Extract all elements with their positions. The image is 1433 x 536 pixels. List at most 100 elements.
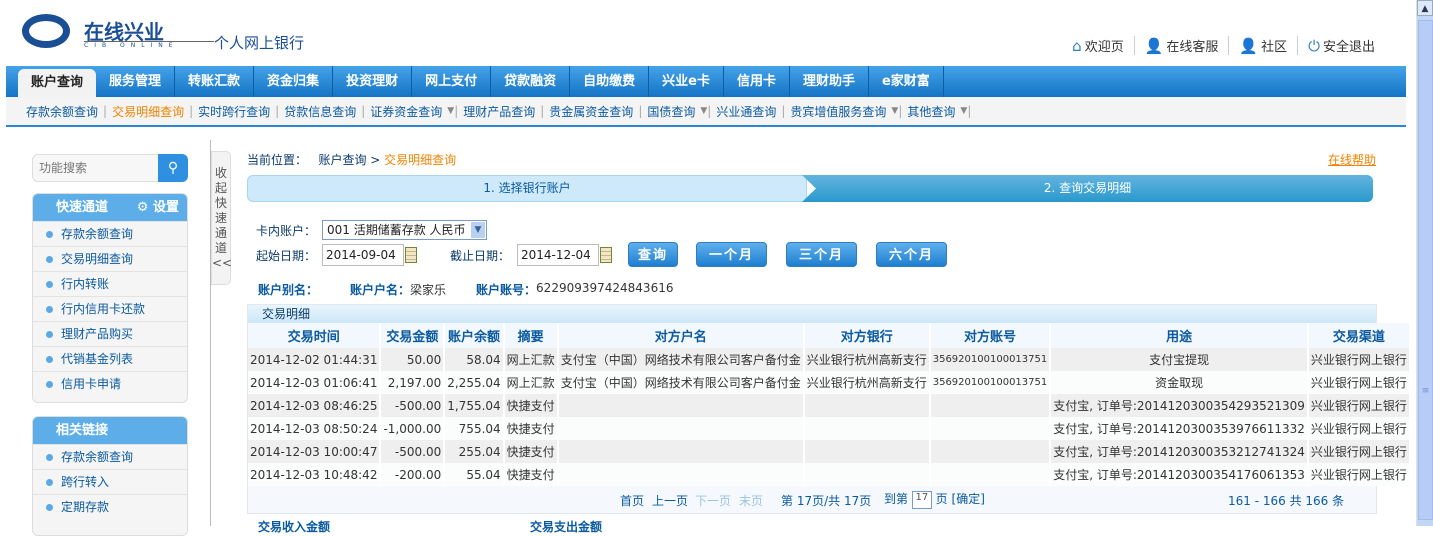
quick-link[interactable]: 代销基金列表 bbox=[33, 346, 187, 371]
table-cell: 55.04 bbox=[444, 463, 505, 486]
subnav-item[interactable]: 证券资金查询 bbox=[365, 103, 447, 120]
site-title: 个人网上银行 bbox=[214, 34, 305, 52]
summary: 交易收入金额 交易支出金额 bbox=[258, 518, 602, 535]
toplink-1[interactable]: 👤 在线客服 bbox=[1133, 36, 1229, 55]
table-cell bbox=[557, 394, 805, 417]
quick-link[interactable]: 信用卡申请 bbox=[33, 371, 187, 396]
nav-item[interactable]: 信用卡 bbox=[724, 66, 790, 97]
confirm-button[interactable]: [确定] bbox=[952, 492, 985, 506]
nav-item[interactable]: e家财富 bbox=[869, 66, 944, 97]
settings-button[interactable]: ⚙ 设置 bbox=[137, 194, 179, 221]
account-select[interactable]: 001 活期储蓄存款 人民币 ▼ bbox=[322, 220, 487, 240]
nav-item[interactable]: 自助缴费 bbox=[570, 66, 650, 97]
dropdown-arrow-icon[interactable]: ▼ bbox=[447, 106, 454, 116]
subnav-item[interactable]: 实时跨行查询 bbox=[193, 103, 275, 120]
quick-panel: 快速通道 ⚙ 设置 存款余额查询 交易明细查询 行内转账 行内信用卡还款 理财产品购买代… bbox=[32, 193, 188, 403]
column-header: 对方账号 bbox=[929, 323, 1052, 348]
nav-item[interactable]: 投资理财 bbox=[333, 66, 413, 97]
cib-logo-icon bbox=[22, 14, 70, 48]
scroll-thumb[interactable]: ≡ bbox=[1418, 20, 1433, 520]
column-header: 对方户名 bbox=[557, 323, 805, 348]
subnav-item[interactable]: 兴业通查询 bbox=[711, 103, 781, 120]
subnav-item[interactable]: 国债查询 bbox=[642, 103, 700, 120]
toplink-0[interactable]: ⌂ 欢迎页 bbox=[1062, 36, 1134, 56]
quick-link[interactable]: 交易明细查询 bbox=[33, 246, 187, 271]
query-button[interactable]: 查询 bbox=[628, 242, 678, 267]
table-cell: 356920100100013751 bbox=[929, 371, 1052, 394]
table-cell: 2014-12-03 08:46:25 bbox=[248, 394, 382, 417]
table-cell bbox=[803, 417, 931, 440]
column-header: 用途 bbox=[1050, 323, 1309, 348]
nav-item[interactable]: 理财助手 bbox=[790, 66, 869, 97]
calendar-icon[interactable] bbox=[600, 247, 612, 263]
toplink-2[interactable]: 👤 社区 bbox=[1228, 36, 1297, 55]
quick-link[interactable]: 行内转账 bbox=[33, 271, 187, 296]
nav-item[interactable]: 服务管理 bbox=[96, 66, 176, 97]
breadcrumb-label: 当前位置： bbox=[247, 153, 308, 167]
pager: 首页 上一页 下一页 末页 第 17页/共 17页 到第 17 页 [确定] 1… bbox=[248, 485, 1376, 513]
calendar-icon[interactable] bbox=[405, 247, 417, 263]
nav-item[interactable]: 网上支付 bbox=[412, 66, 492, 97]
function-search: ⚲ bbox=[32, 154, 188, 182]
column-header: 交易时间 bbox=[248, 323, 382, 348]
search-button[interactable]: ⚲ bbox=[158, 154, 188, 182]
vertical-scrollbar[interactable]: ▲ ≡ bbox=[1416, 0, 1433, 526]
page-input[interactable]: 17 bbox=[911, 490, 932, 509]
table-cell: 兴业银行网上银行 bbox=[1307, 348, 1411, 371]
table-cell: 2,197.00 bbox=[380, 371, 446, 394]
three-months-button[interactable]: 三个月 bbox=[786, 242, 857, 267]
breadcrumb-parent[interactable]: 账户查询 bbox=[318, 153, 366, 167]
subnav-item[interactable]: 其他查询 bbox=[902, 103, 960, 120]
dropdown-arrow-icon[interactable]: ▼ bbox=[700, 106, 707, 116]
one-month-button[interactable]: 一个月 bbox=[696, 242, 767, 267]
subnav-item[interactable]: 理财产品查询 bbox=[458, 103, 540, 120]
nav-item[interactable]: 贷款融资 bbox=[491, 66, 571, 97]
account-label: 卡内账户： bbox=[256, 224, 317, 238]
column-header: 交易金额 bbox=[380, 323, 446, 348]
end-date-input[interactable]: 2014-12-04 bbox=[517, 244, 599, 266]
collapse-quick-button[interactable]: 收起快速通道 << bbox=[211, 151, 232, 285]
quick-link[interactable]: 理财产品购买 bbox=[33, 321, 187, 346]
table-cell: 快捷支付 bbox=[503, 440, 559, 463]
main-nav: 账户查询 服务管理 转账汇款 资金归集 投资理财 网上支付 贷款融资 自助缴费 兴业e卡 信用卡理… bbox=[6, 66, 1406, 97]
nav-item[interactable]: 兴业e卡 bbox=[649, 66, 724, 97]
table-cell: 2014-12-03 01:06:41 bbox=[248, 371, 382, 394]
prev-page-link[interactable]: 上一页 bbox=[652, 492, 688, 509]
dropdown-arrow-icon[interactable]: ▼ bbox=[960, 106, 967, 116]
subnav-item[interactable]: 贵宾增值服务查询 bbox=[785, 103, 891, 120]
subnav-item[interactable]: 交易明细查询 bbox=[107, 103, 189, 120]
dropdown-arrow-icon[interactable]: ▼ bbox=[891, 106, 898, 116]
subnav-item[interactable]: 贷款信息查询 bbox=[279, 103, 361, 120]
quick-link[interactable]: 存款余额查询 bbox=[33, 221, 187, 246]
table-cell: 快捷支付 bbox=[503, 417, 559, 440]
subnav-item[interactable]: 存款余额查询 bbox=[21, 103, 103, 120]
income-label: 交易收入金额 bbox=[258, 520, 331, 534]
nav-item[interactable]: 转账汇款 bbox=[175, 66, 255, 97]
six-months-button[interactable]: 六个月 bbox=[876, 242, 947, 267]
nav-item[interactable]: 账户查询 bbox=[18, 69, 97, 97]
last-page-link: 末页 bbox=[739, 494, 764, 508]
related-panel: 相关链接 存款余额查询 跨行转入 定期存款 bbox=[32, 416, 188, 536]
gear-icon: ⚙ bbox=[136, 200, 149, 215]
related-link[interactable]: 定期存款 bbox=[33, 494, 187, 519]
related-link[interactable]: 存款余额查询 bbox=[33, 444, 187, 469]
toplink-3[interactable]: ⏻ 安全退出 bbox=[1297, 36, 1385, 55]
next-page-link: 下一页 bbox=[695, 494, 732, 508]
table-cell bbox=[803, 394, 931, 417]
first-page-link[interactable]: 首页 bbox=[620, 492, 644, 509]
table-cell: 兴业银行杭州高新支行 bbox=[803, 371, 931, 394]
transaction-table-box: 交易明细 交易时间 交易金额 账户余额 摘要 对方户名 对方银行 对方账号 用途 交易渠道 20… bbox=[247, 304, 1411, 514]
quick-link[interactable]: 行内信用卡还款 bbox=[33, 296, 187, 321]
subnav-item[interactable]: 贵金属资金查询 bbox=[544, 103, 638, 120]
start-date-label: 起始日期： bbox=[256, 249, 317, 263]
table-title: 交易明细 bbox=[248, 305, 1376, 323]
search-input[interactable] bbox=[33, 155, 153, 181]
scroll-up-icon[interactable]: ▲ bbox=[1417, 0, 1433, 16]
related-link[interactable]: 跨行转入 bbox=[33, 469, 187, 494]
nav-item[interactable]: 资金归集 bbox=[254, 66, 334, 97]
quick-panel-title: 快速通道 bbox=[56, 200, 109, 215]
table-cell: 资金取现 bbox=[1050, 371, 1309, 394]
start-date-input[interactable]: 2014-09-04 bbox=[322, 244, 404, 266]
table-cell: 支付宝, 订单号:201412030035429352130​9 bbox=[1050, 394, 1309, 417]
online-help-link[interactable]: 在线帮助 bbox=[1328, 151, 1376, 168]
